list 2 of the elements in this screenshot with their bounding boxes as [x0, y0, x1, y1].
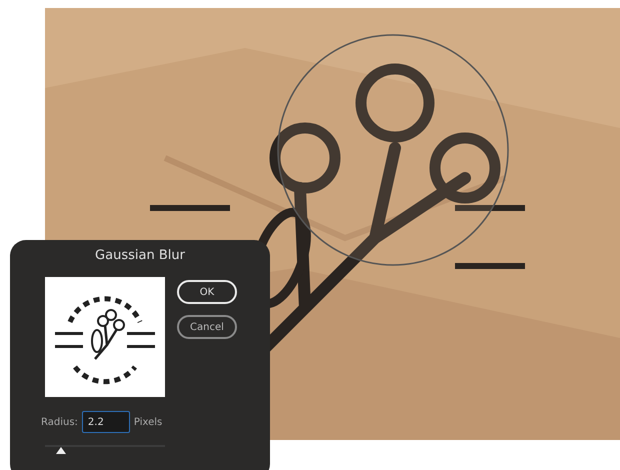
slider-thumb-icon[interactable]: [56, 447, 66, 454]
radius-slider[interactable]: [45, 445, 165, 456]
